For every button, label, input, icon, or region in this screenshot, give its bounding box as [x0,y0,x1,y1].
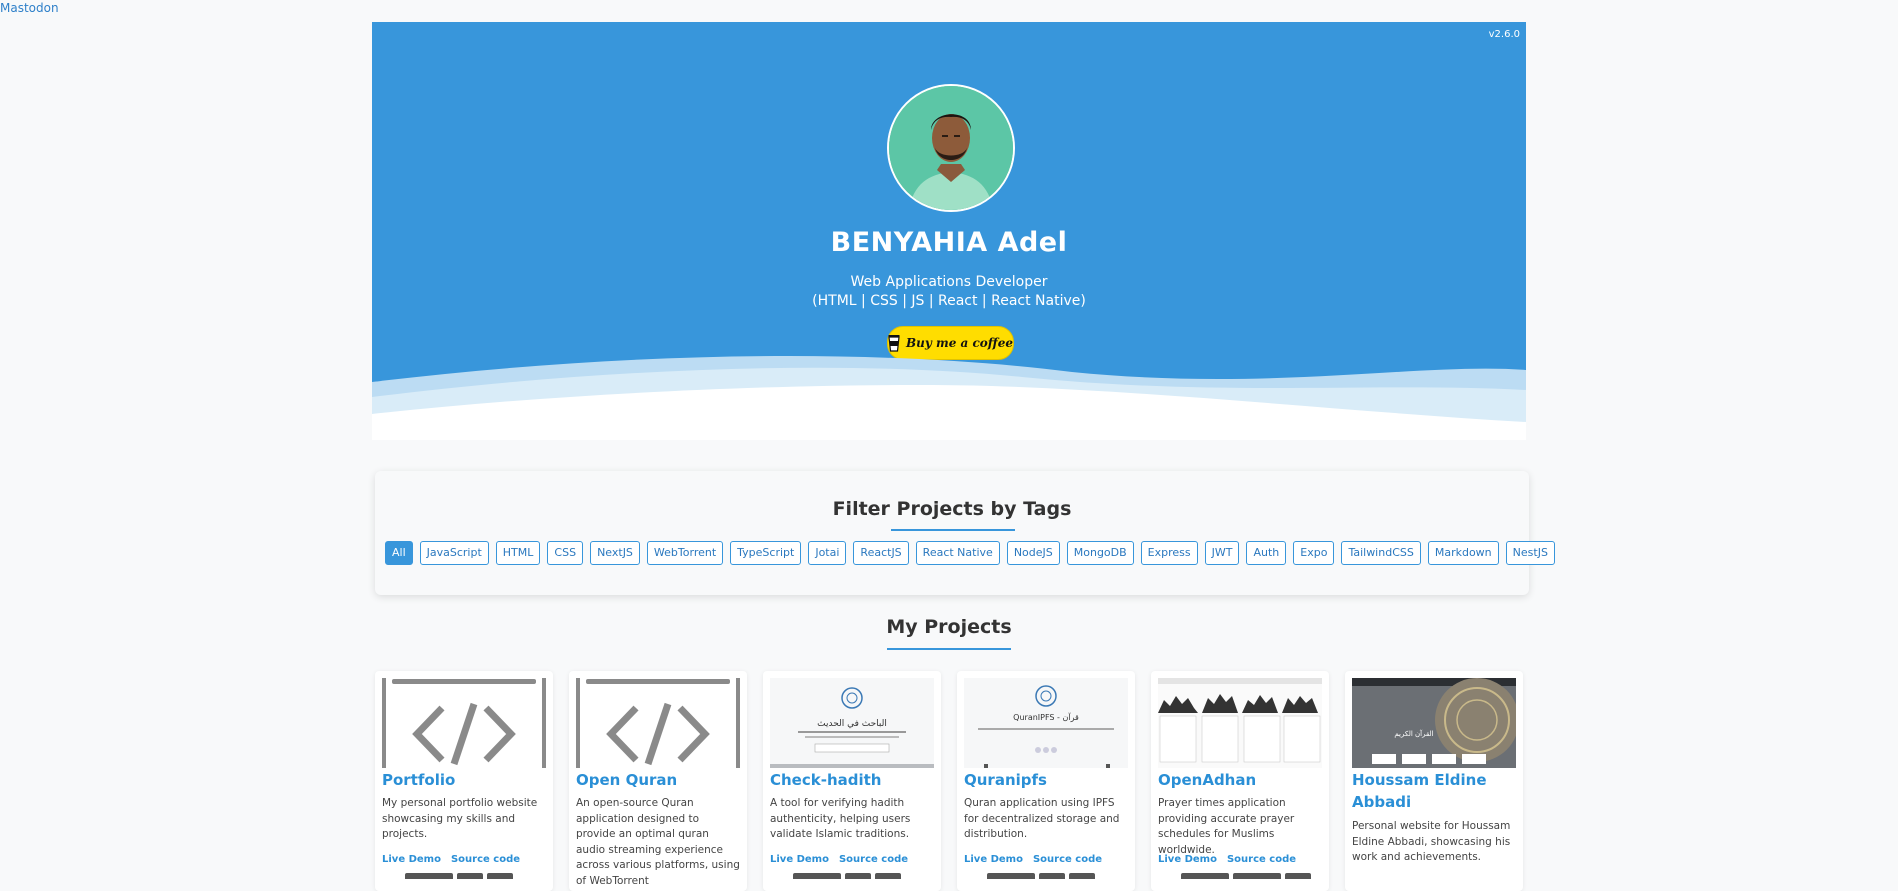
live-demo-link[interactable]: Live Demo [964,854,1023,865]
project-description: My personal portfolio website showcasing… [382,797,538,840]
tech-chips [987,873,1095,879]
project-card: Portfolio My personal portfolio website … [375,671,553,891]
project-card: OpenAdhan Prayer times application provi… [1151,671,1329,891]
project-description: Prayer times application providing accur… [1158,797,1295,856]
filter-title: Filter Projects by Tags [832,498,1072,520]
source-code-link[interactable]: Source code [1033,854,1102,865]
hero-name: BENYAHIA Adel [830,227,1068,258]
code-icon [576,678,740,768]
project-title: Houssam Eldine Abbadi [1352,771,1487,811]
project-title: Open Quran [576,771,678,789]
version-label: v2.6.0 [1488,29,1520,40]
tag-reactjs[interactable]: ReactJS [853,541,909,565]
project-card: الباحث في الحديث Check-hadith A tool for… [763,671,941,891]
tag-list: All JavaScript HTML CSS NextJS WebTorren… [385,541,1555,565]
tag-javascript[interactable]: JavaScript [419,541,489,565]
project-links: Live Demo Source code [382,854,520,865]
tag-all[interactable]: All [385,541,413,565]
project-cards: Portfolio My personal portfolio website … [375,671,1523,891]
project-card: QuranIPFS - قرآن Quranipfs Quran applica… [957,671,1135,891]
tag-nodejs[interactable]: NodeJS [1006,541,1060,565]
project-title: OpenAdhan [1158,771,1257,789]
source-code-link[interactable]: Source code [839,854,908,865]
hero-role-line1: Web Applications Developer [850,274,1048,290]
tag-jotai[interactable]: Jotai [808,541,847,565]
live-demo-link[interactable]: Live Demo [1158,854,1217,865]
tag-jwt[interactable]: JWT [1204,541,1240,565]
tag-nextjs[interactable]: NextJS [590,541,640,565]
tag-html[interactable]: HTML [495,541,541,565]
hero-wave-decoration [372,356,1526,440]
tag-nestjs[interactable]: NestJS [1505,541,1555,565]
tag-tailwindcss[interactable]: TailwindCSS [1341,541,1421,565]
coffee-button-label: Buy me a coffee [906,336,1013,350]
live-demo-link[interactable]: Live Demo [382,854,441,865]
tag-css[interactable]: CSS [547,541,584,565]
project-card: Open Quran An open-source Quran applicat… [569,671,747,891]
projects-title-underline [887,648,1011,650]
project-description: A tool for verifying hadith authenticity… [770,797,911,840]
project-card: القرآن الكريم Houssam Eldine Abbadi Pers… [1345,671,1523,891]
projects-header: My Projects [372,614,1526,654]
project-screenshot: الباحث في الحديث [770,678,934,768]
project-description: An open-source Quran application designe… [576,797,740,887]
mastodon-link[interactable]: Mastodon [0,1,59,15]
tag-typescript[interactable]: TypeScript [730,541,802,565]
tag-webtorrent[interactable]: WebTorrent [646,541,724,565]
tag-mongodb[interactable]: MongoDB [1066,541,1134,565]
project-title: Portfolio [382,771,456,789]
code-icon [382,678,546,768]
filter-panel: Filter Projects by Tags All JavaScript H… [375,471,1555,595]
tag-express[interactable]: Express [1140,541,1198,565]
tag-markdown[interactable]: Markdown [1427,541,1499,565]
project-title: Quranipfs [964,771,1047,789]
source-code-link[interactable]: Source code [451,854,520,865]
project-screenshot: QuranIPFS - قرآن [964,678,1128,768]
hero-banner: v2.6.0 BENYAHIA Adel Web Applications De… [372,22,1526,440]
project-description: Quran application using IPFS for decentr… [964,797,1120,840]
tag-auth[interactable]: Auth [1246,541,1287,565]
tech-chips [1181,873,1311,879]
thumb-heading: QuranIPFS - قرآن [1013,712,1079,722]
hero-role: Web Applications Developer (HTML | CSS |… [372,273,1526,311]
tag-expo[interactable]: Expo [1293,541,1335,565]
project-links: Live Demo Source code [964,854,1102,865]
live-demo-link[interactable]: Live Demo [770,854,829,865]
tag-react-native[interactable]: React Native [915,541,1000,565]
hero-role-line2: (HTML | CSS | JS | React | React Native) [812,293,1086,309]
avatar [887,84,1015,212]
thumb-heading: القرآن الكريم [1394,729,1433,738]
project-title: Check-hadith [770,771,882,789]
project-screenshot: القرآن الكريم [1352,678,1516,768]
source-code-link[interactable]: Source code [1227,854,1296,865]
coffee-cup-icon [888,335,900,352]
project-links: Live Demo Source code [770,854,908,865]
filter-title-underline [891,529,1015,531]
projects-title: My Projects [886,616,1012,638]
tech-chips [405,873,513,879]
thumb-heading: الباحث في الحديث [817,719,887,729]
project-screenshot [1158,678,1322,768]
project-description: Personal website for Houssam Eldine Abba… [1352,820,1511,863]
tech-chips [793,873,901,879]
project-links: Live Demo Source code [1158,854,1296,865]
